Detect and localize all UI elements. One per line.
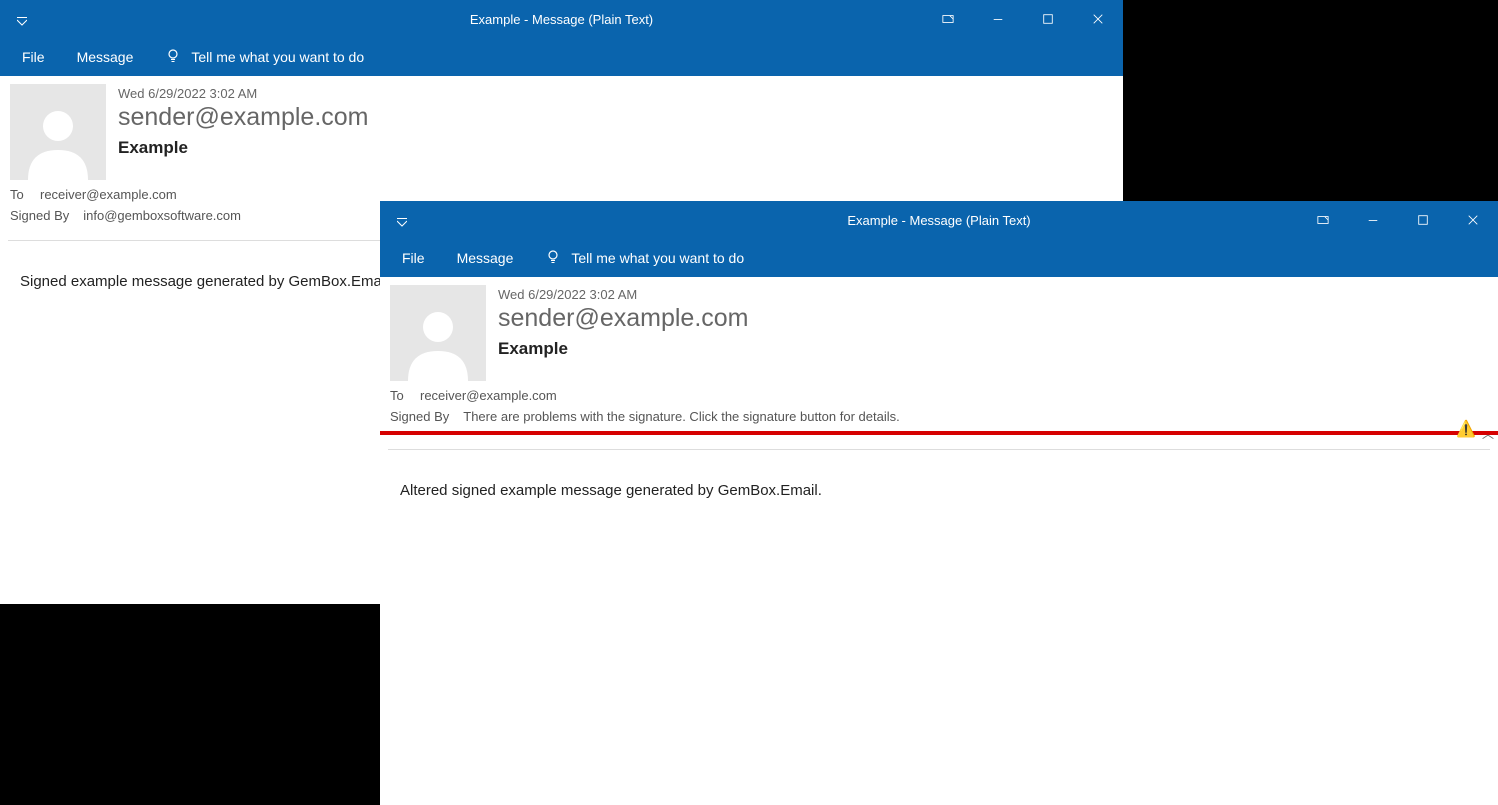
- message-body: Altered signed example message generated…: [380, 450, 1498, 531]
- collapse-caret-icon[interactable]: ︿: [1482, 425, 1494, 442]
- message-subject: Example: [498, 339, 1488, 359]
- message-header: Wed 6/29/2022 3:02 AM sender@example.com…: [380, 277, 1498, 381]
- signature-warning-bar: ⚠️ ︿: [380, 431, 1498, 435]
- to-label: To: [390, 388, 406, 403]
- to-value: receiver@example.com: [40, 187, 177, 202]
- message-content: Wed 6/29/2022 3:02 AM sender@example.com…: [380, 277, 1498, 805]
- ribbon-message[interactable]: Message: [457, 250, 514, 266]
- window-controls: [923, 0, 1123, 38]
- close-button[interactable]: [1448, 201, 1498, 239]
- ribbon-bar: File Message Tell me what you want to do: [380, 239, 1498, 277]
- minimize-button[interactable]: [1348, 201, 1398, 239]
- to-value: receiver@example.com: [420, 388, 557, 403]
- signed-by-label: Signed By: [10, 208, 69, 223]
- qat-dropdown[interactable]: [380, 201, 424, 239]
- ribbon-message[interactable]: Message: [77, 49, 134, 65]
- message-datetime: Wed 6/29/2022 3:02 AM: [498, 287, 1488, 302]
- signed-by-label: Signed By: [390, 409, 449, 424]
- lightbulb-icon: [165, 48, 181, 67]
- maximize-button[interactable]: [1023, 0, 1073, 38]
- tell-me-label: Tell me what you want to do: [191, 49, 364, 65]
- message-meta: To receiver@example.com Signed By There …: [380, 381, 1498, 427]
- lightbulb-icon: [545, 249, 561, 268]
- sender-address: sender@example.com: [118, 103, 1113, 132]
- warning-icon[interactable]: ⚠️: [1456, 419, 1476, 439]
- sender-avatar: [390, 285, 486, 381]
- ribbon-file[interactable]: File: [22, 49, 45, 65]
- sender-address: sender@example.com: [498, 304, 1488, 333]
- window-title: Example - Message (Plain Text): [470, 12, 653, 27]
- ribbon-bar: File Message Tell me what you want to do: [0, 38, 1123, 76]
- close-button[interactable]: [1073, 0, 1123, 38]
- message-window-2: Example - Message (Plain Text) File Mess…: [380, 201, 1498, 805]
- title-bar: Example - Message (Plain Text): [380, 201, 1498, 239]
- ribbon-display-button[interactable]: [923, 0, 973, 38]
- window-controls: [1298, 201, 1498, 239]
- ribbon-file[interactable]: File: [402, 250, 425, 266]
- title-bar: Example - Message (Plain Text): [0, 0, 1123, 38]
- message-datetime: Wed 6/29/2022 3:02 AM: [118, 86, 1113, 101]
- sender-avatar: [10, 84, 106, 180]
- qat-dropdown[interactable]: [0, 0, 44, 38]
- signed-by-value: info@gemboxsoftware.com: [83, 208, 241, 223]
- signed-by-row: Signed By There are problems with the si…: [390, 406, 1488, 427]
- qat-menu-icon: [397, 215, 407, 225]
- message-header: Wed 6/29/2022 3:02 AM sender@example.com…: [0, 76, 1123, 180]
- tell-me-search[interactable]: Tell me what you want to do: [545, 249, 744, 268]
- to-row: To receiver@example.com: [390, 385, 1488, 406]
- message-subject: Example: [118, 138, 1113, 158]
- maximize-button[interactable]: [1398, 201, 1448, 239]
- header-info: Wed 6/29/2022 3:02 AM sender@example.com…: [498, 285, 1488, 381]
- window-title: Example - Message (Plain Text): [847, 213, 1030, 228]
- ribbon-display-button[interactable]: [1298, 201, 1348, 239]
- qat-menu-icon: [17, 14, 27, 24]
- tell-me-label: Tell me what you want to do: [571, 250, 744, 266]
- minimize-button[interactable]: [973, 0, 1023, 38]
- header-info: Wed 6/29/2022 3:02 AM sender@example.com…: [118, 84, 1113, 180]
- signed-by-value: There are problems with the signature. C…: [463, 409, 899, 424]
- tell-me-search[interactable]: Tell me what you want to do: [165, 48, 364, 67]
- to-label: To: [10, 187, 26, 202]
